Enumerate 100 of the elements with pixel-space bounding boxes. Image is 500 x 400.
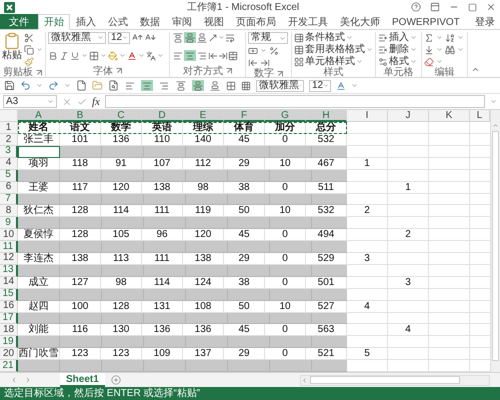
row-number[interactable]: 11 xyxy=(0,241,18,253)
wrap-text-icon[interactable] xyxy=(225,32,235,42)
number-format-field[interactable]: 常规 xyxy=(248,32,288,44)
cancel-icon[interactable] xyxy=(62,96,72,106)
caret-icon[interactable] xyxy=(346,34,353,41)
row-number[interactable]: 16 xyxy=(0,300,18,313)
caret-icon[interactable] xyxy=(36,46,43,53)
row-number[interactable]: 15 xyxy=(0,288,18,301)
dialog-launcher-icon[interactable] xyxy=(226,68,232,74)
styles-command[interactable]: 套用表格格式 xyxy=(294,44,373,55)
bold-icon[interactable] xyxy=(48,50,58,60)
save-icon[interactable] xyxy=(4,80,15,91)
percent-icon[interactable] xyxy=(269,46,279,56)
active-cell[interactable] xyxy=(18,146,60,158)
increase-indent-icon[interactable] xyxy=(218,50,228,60)
ribbon-tab[interactable]: 开始 xyxy=(38,14,70,30)
cells-command[interactable]: 删除 xyxy=(378,44,417,55)
row-number[interactable]: 13 xyxy=(0,264,18,277)
caret-icon[interactable] xyxy=(119,52,126,59)
sort-icon[interactable] xyxy=(445,32,455,42)
sheet-tab[interactable]: Sheet1 xyxy=(60,373,105,387)
row-number[interactable]: 7 xyxy=(0,194,18,206)
dialog-launcher-icon[interactable] xyxy=(277,70,283,76)
row-number[interactable]: 21 xyxy=(0,360,18,372)
ribbon-tab[interactable]: 审阅 xyxy=(166,14,198,29)
column-header[interactable]: L xyxy=(470,110,490,122)
ribbon-tab[interactable]: 美化大师 xyxy=(334,14,386,29)
column-header[interactable]: C xyxy=(101,110,142,122)
font-size-field[interactable]: 12 xyxy=(108,32,130,44)
settings-icon[interactable] xyxy=(378,56,388,66)
row-number[interactable]: 12 xyxy=(0,252,18,265)
scroll-thumb[interactable] xyxy=(492,131,499,361)
border-icon[interactable] xyxy=(226,80,236,90)
next-sheet-icon[interactable] xyxy=(24,376,32,384)
column-header[interactable]: E xyxy=(183,110,224,122)
row-number[interactable]: 17 xyxy=(0,312,18,324)
redo-icon[interactable] xyxy=(48,80,59,91)
cells-command[interactable]: 插入 xyxy=(378,32,417,43)
ribbon-tab[interactable]: POWERPIVOT xyxy=(386,14,466,29)
row-number[interactable]: 19 xyxy=(0,336,18,348)
row-number[interactable]: 18 xyxy=(0,324,18,336)
close-icon[interactable] xyxy=(486,2,496,12)
row-number[interactable]: 5 xyxy=(0,170,18,182)
row-number[interactable]: 2 xyxy=(0,134,18,146)
ribbon-tab[interactable]: 文件 xyxy=(0,14,38,29)
cells-command[interactable]: 格式 xyxy=(378,56,417,67)
underline-icon[interactable] xyxy=(70,50,80,60)
caret-icon[interactable] xyxy=(97,34,104,41)
sum-icon[interactable] xyxy=(424,32,434,42)
caret-icon[interactable] xyxy=(138,52,145,59)
merge-cells-icon[interactable] xyxy=(228,50,238,60)
font-color-icon[interactable] xyxy=(127,50,137,60)
clipboard-icon[interactable] xyxy=(3,32,21,50)
print-preview-icon[interactable] xyxy=(108,80,119,91)
phonetic-icon[interactable] xyxy=(146,50,156,60)
currency-icon[interactable] xyxy=(248,46,258,56)
table-icon[interactable] xyxy=(294,44,304,54)
ribbon-tab[interactable]: 页面布局 xyxy=(230,14,282,29)
caret-icon[interactable] xyxy=(260,47,267,54)
row-number[interactable]: 3 xyxy=(0,146,18,158)
caret-icon[interactable] xyxy=(47,98,54,105)
decrease-indent-icon[interactable] xyxy=(208,50,218,60)
conditional-format-icon[interactable] xyxy=(294,32,304,42)
column-header[interactable]: K xyxy=(429,110,470,122)
eraser-icon[interactable] xyxy=(424,56,434,66)
fill-color-icon[interactable] xyxy=(108,50,118,60)
font-size-field[interactable]: 12 xyxy=(309,80,331,92)
column-header[interactable]: B xyxy=(60,110,101,122)
caret-icon[interactable] xyxy=(100,52,107,59)
row-number[interactable]: 10 xyxy=(0,229,18,242)
ribbon-tab[interactable]: 视图 xyxy=(198,14,230,29)
column-header[interactable]: I xyxy=(347,110,388,122)
name-box[interactable]: A3 xyxy=(3,95,57,108)
caret-icon[interactable] xyxy=(490,98,497,105)
caret-icon[interactable] xyxy=(64,82,71,89)
list-x-icon[interactable] xyxy=(378,44,388,54)
cut-icon[interactable] xyxy=(24,32,34,42)
help-icon[interactable] xyxy=(411,2,421,12)
ribbon-display-icon[interactable] xyxy=(430,2,440,12)
new-file-icon[interactable] xyxy=(76,80,87,91)
column-header[interactable]: G xyxy=(265,110,306,122)
caret-icon[interactable] xyxy=(122,34,128,41)
italic-icon[interactable] xyxy=(59,50,69,60)
orientation-icon[interactable] xyxy=(208,32,218,42)
row-number[interactable]: 20 xyxy=(0,348,18,360)
font-color-icon[interactable] xyxy=(336,80,346,90)
confirm-icon[interactable] xyxy=(77,96,87,106)
row-number[interactable]: 9 xyxy=(0,217,18,230)
column-header[interactable]: F xyxy=(224,110,265,122)
paste-button[interactable]: 粘贴 xyxy=(2,32,22,67)
row-number[interactable]: 14 xyxy=(0,276,18,289)
dialog-launcher-icon[interactable] xyxy=(36,70,42,76)
font-name-field[interactable]: 微软雅黑 xyxy=(256,80,304,92)
list-plus-icon[interactable] xyxy=(378,32,388,42)
caret-icon[interactable] xyxy=(351,82,358,89)
row-number[interactable]: 8 xyxy=(0,205,18,218)
column-header[interactable]: A xyxy=(18,110,60,122)
cell-style-icon[interactable] xyxy=(294,56,304,66)
vertical-scrollbar[interactable] xyxy=(490,110,500,372)
sign-in-link[interactable]: 登录 xyxy=(470,14,500,28)
